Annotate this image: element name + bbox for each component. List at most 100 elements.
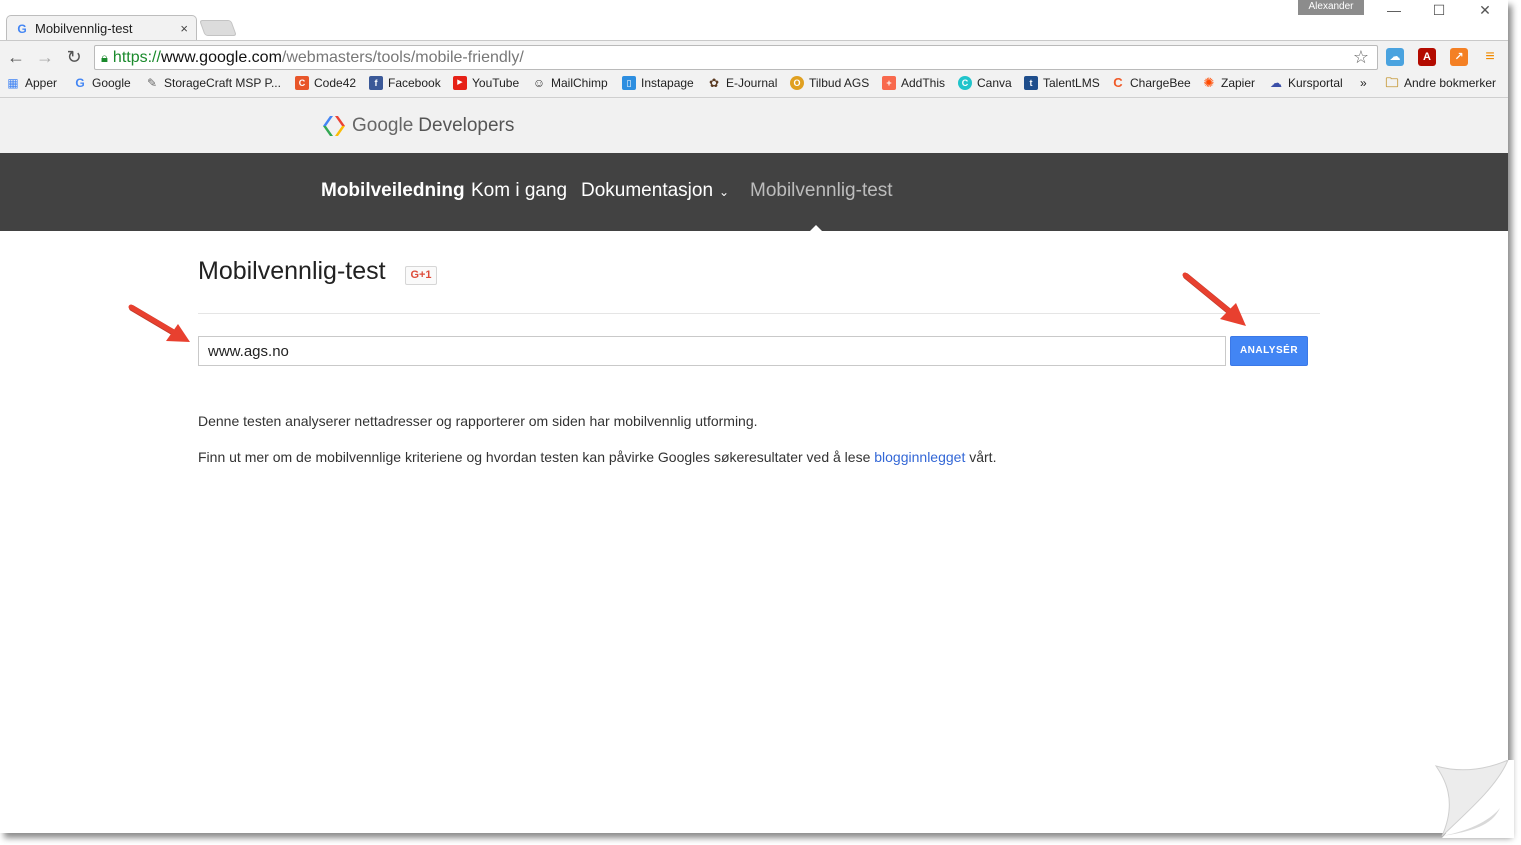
bookmark-label: E-Journal	[726, 76, 778, 90]
chevron-down-icon: ⌄	[719, 185, 730, 199]
bookmark-label: Facebook	[388, 76, 441, 90]
annotation-arrow-input-icon	[128, 304, 190, 342]
bookmark-facebook[interactable]: f Facebook	[369, 76, 441, 90]
url-host: www.google.com	[160, 48, 282, 66]
forward-arrow-icon[interactable]: →	[34, 46, 56, 68]
url-scheme: https://	[112, 48, 161, 66]
analytics-icon[interactable]: ↗	[1450, 48, 1468, 66]
page-title: Mobilvennlig-test	[198, 257, 386, 285]
bookmark-label: ChargeBee	[1130, 76, 1191, 90]
onedrive-icon[interactable]: ☁	[1386, 48, 1404, 66]
bookmark-label: Zapier	[1221, 76, 1256, 90]
bookmark-label: Code42	[314, 76, 357, 90]
title-divider	[198, 313, 1320, 314]
bookmark-label: Andre bokmerker	[1404, 76, 1497, 90]
developers-header: Google Developers	[0, 99, 1508, 153]
blog-info-text: Finn ut mer om de mobilvennlige kriterie…	[198, 449, 996, 465]
bookmark-label: AddThis	[901, 76, 946, 90]
facebook-icon: f	[369, 76, 383, 90]
title-bar: G Mobilvennlig-test × Alexander — ☐ ✕	[0, 0, 1508, 41]
bookmark-star-icon[interactable]: ☆	[1353, 47, 1369, 68]
url-input[interactable]	[198, 336, 1226, 366]
bookmark-label: Google	[92, 76, 131, 90]
lock-icon: 🔒︎	[101, 49, 108, 65]
description-text: Denne testen analyserer nettadresser og …	[198, 413, 758, 429]
logo-google-word: Google	[352, 115, 414, 136]
mailchimp-icon: ☺	[532, 76, 546, 90]
nav-mobilveiledning[interactable]: Mobilveiledning	[321, 180, 465, 202]
browser-toolbar: ← → ↻ 🔒︎ https:// www.google.com /webmas…	[0, 40, 1508, 72]
tab-close-icon[interactable]: ×	[180, 21, 188, 36]
bookmark-label: Instapage	[641, 76, 694, 90]
bookmark-label: YouTube	[472, 76, 520, 90]
new-tab-button[interactable]	[199, 20, 237, 36]
blog-post-link[interactable]: blogginnlegget	[874, 449, 965, 465]
blog-info-before: Finn ut mer om de mobilvennlige kriterie…	[198, 449, 871, 465]
more-bookmarks-chevron[interactable]: »	[1360, 76, 1367, 90]
bookmark-tilbud-ags[interactable]: O Tilbud AGS	[790, 76, 869, 90]
profile-name-badge[interactable]: Alexander	[1298, 0, 1364, 15]
bookmark-canva[interactable]: C Canva	[958, 76, 1012, 90]
code42-icon: C	[295, 76, 309, 90]
bookmark-label: MailChimp	[551, 76, 608, 90]
tab-mobilvennlig-test[interactable]: G Mobilvennlig-test ×	[6, 15, 197, 41]
tilbud-icon: O	[790, 76, 804, 90]
reload-icon[interactable]: ↻	[63, 46, 85, 68]
back-arrow-icon[interactable]: ←	[5, 46, 27, 68]
bookmark-label: Tilbud AGS	[809, 76, 870, 90]
annotation-arrow-button-icon	[1182, 272, 1246, 326]
bookmark-kursportal[interactable]: ☁ Kursportal	[1269, 76, 1343, 90]
addthis-icon: +	[882, 76, 896, 90]
bookmark-apper[interactable]: ▦ Apper	[6, 76, 57, 90]
menu-icon[interactable]: ≡	[1481, 48, 1499, 66]
bookmark-youtube[interactable]: ▶ YouTube	[453, 76, 519, 90]
bookmark-mailchimp[interactable]: ☺ MailChimp	[532, 76, 608, 90]
youtube-icon: ▶	[453, 76, 467, 90]
google-favicon-icon: G	[17, 21, 27, 36]
page-content: Google Developers Mobilveiledning Kom i …	[0, 99, 1508, 833]
maximize-icon[interactable]: ☐	[1427, 2, 1451, 19]
bookmark-label: Kursportal	[1288, 76, 1343, 90]
logo-developers-word: Developers	[418, 115, 515, 136]
instapage-icon: ▯	[622, 76, 636, 90]
nav-kom-i-gang[interactable]: Kom i gang	[471, 180, 567, 202]
nav-dokumentasjon[interactable]: Dokumentasjon ⌄	[581, 180, 729, 202]
nav-mobilvennlig-test[interactable]: Mobilvennlig-test	[750, 180, 893, 202]
kursportal-icon: ☁	[1270, 76, 1282, 90]
bookmark-code42[interactable]: C Code42	[295, 76, 356, 90]
tab-title: Mobilvennlig-test	[35, 21, 133, 36]
ejournal-icon: ✿	[708, 76, 720, 90]
bookmarks-bar: ▦ Apper G Google ✎ StorageCraft MSP P...…	[0, 72, 1508, 98]
bookmark-storagecraft[interactable]: ✎ StorageCraft MSP P...	[145, 76, 281, 90]
google-developers-logo[interactable]: Google Developers	[320, 114, 514, 138]
active-nav-pointer	[810, 225, 822, 231]
url-path: /webmasters/tools/mobile-friendly/	[281, 48, 524, 66]
google-icon: G	[75, 76, 85, 90]
developers-chevron-logo-icon	[323, 116, 345, 136]
bookmark-zapier[interactable]: ✺ Zapier	[1202, 75, 1256, 91]
apps-grid-icon: ▦	[7, 76, 19, 90]
address-bar[interactable]: 🔒︎ https:// www.google.com /webmasters/t…	[94, 45, 1378, 70]
bookmark-talentlms[interactable]: t TalentLMS	[1024, 76, 1100, 90]
bookmark-google[interactable]: G Google	[73, 76, 131, 90]
blog-info-after: vårt.	[969, 449, 997, 465]
minimize-icon[interactable]: —	[1382, 2, 1406, 18]
bookmark-instapage[interactable]: ▯ Instapage	[622, 76, 694, 90]
google-plus-one-button[interactable]: G+1	[405, 266, 437, 285]
chargebee-icon: C	[1113, 75, 1123, 90]
bookmark-label: Canva	[977, 76, 1012, 90]
analyze-button[interactable]: ANALYSÉR	[1230, 336, 1308, 366]
bookmark-other-folder[interactable]: 🗀 Andre bokmerker	[1385, 75, 1497, 91]
bookmark-chargebee[interactable]: C ChargeBee	[1111, 75, 1191, 91]
page-curl-decoration-icon	[1434, 760, 1514, 838]
bookmark-ejournal[interactable]: ✿ E-Journal	[707, 76, 777, 90]
adobe-pdf-icon[interactable]: A	[1418, 48, 1436, 66]
bookmark-label: Apper	[25, 76, 58, 90]
canva-icon: C	[958, 76, 972, 90]
zapier-icon: ✺	[1203, 75, 1215, 90]
talentlms-icon: t	[1024, 76, 1038, 90]
folder-icon: 🗀	[1385, 75, 1399, 90]
browser-window: G Mobilvennlig-test × Alexander — ☐ ✕ ← …	[0, 0, 1508, 833]
bookmark-addthis[interactable]: + AddThis	[882, 76, 945, 90]
close-window-icon[interactable]: ✕	[1473, 2, 1497, 19]
